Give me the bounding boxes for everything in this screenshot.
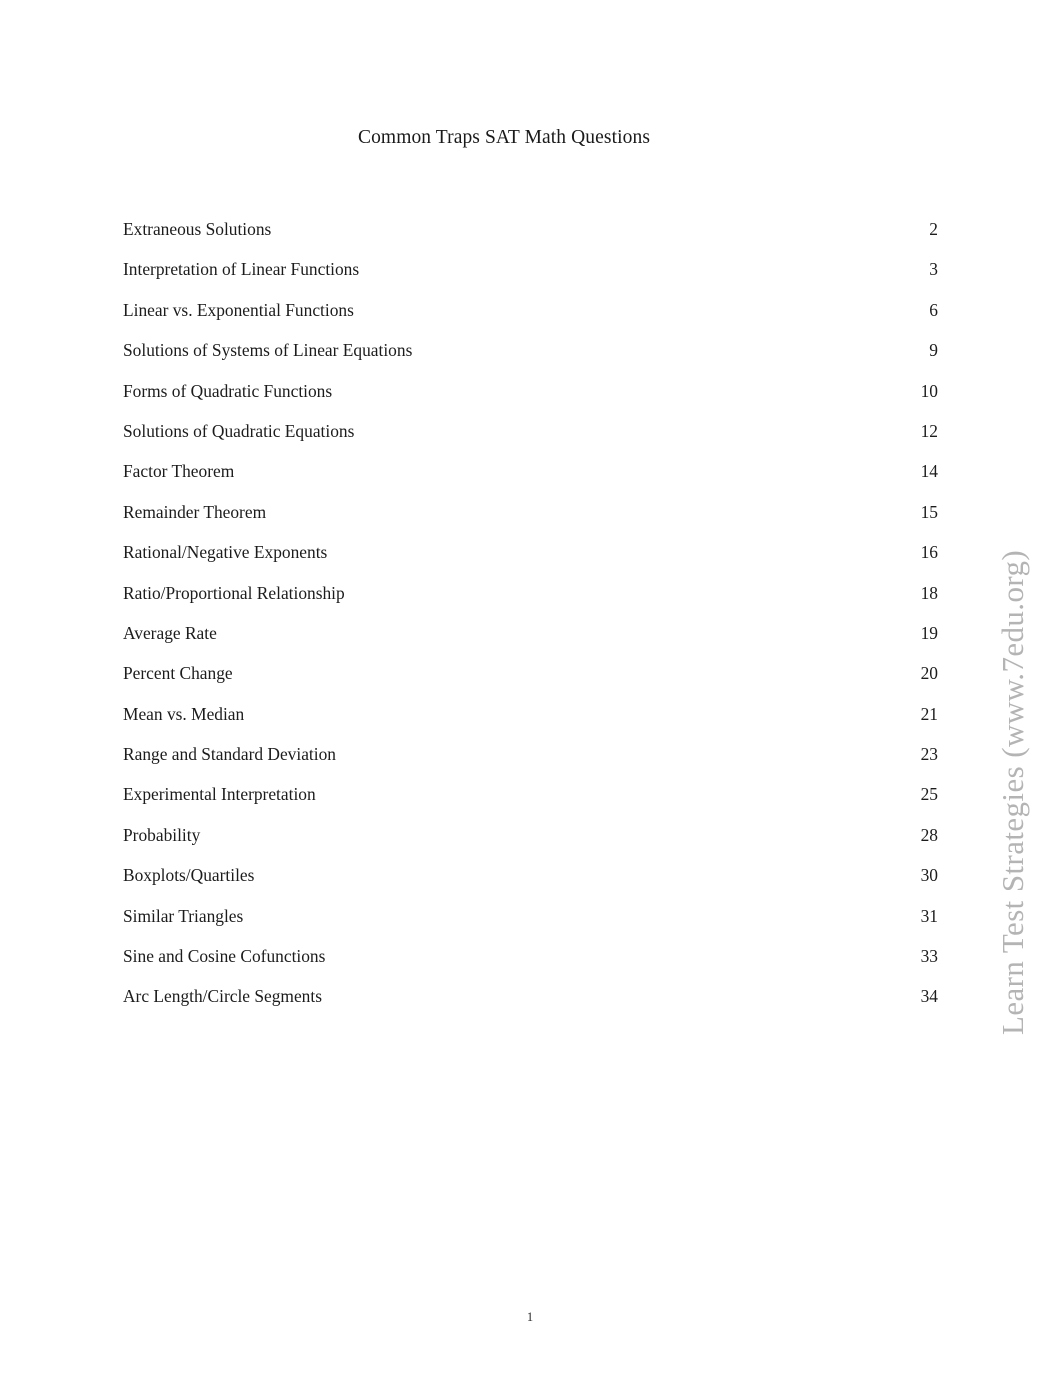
- footer: 1: [0, 1310, 1062, 1325]
- toc-entry[interactable]: Factor Theorem 14: [123, 458, 938, 498]
- page-title: Common Traps SAT Math Questions: [357, 127, 651, 148]
- table-of-contents: Extraneous Solutions 2 Interpretation of L…: [123, 216, 938, 1024]
- toc-entry[interactable]: Solutions of Systems of Linear Equations…: [123, 337, 938, 377]
- toc-entry-label: Forms of Quadratic Functions: [123, 380, 333, 401]
- toc-entry-label: Ratio/Proportional Relationship: [123, 582, 345, 603]
- toc-entry-label: Range and Standard Deviation: [123, 744, 336, 765]
- toc-entry-label: Solutions of Quadratic Equations: [123, 420, 355, 441]
- toc-entry-page-number: 30: [920, 865, 938, 886]
- toc-entry-page-number: 31: [920, 905, 938, 926]
- toc-entry-page-number: 14: [920, 461, 938, 482]
- toc-entry-label: Probability: [123, 824, 201, 845]
- toc-entry-page-number: 34: [920, 986, 938, 1007]
- toc-entry[interactable]: Remainder Theorem 15: [123, 499, 938, 539]
- toc-entry[interactable]: Ratio/Proportional Relationship 18: [123, 580, 938, 620]
- toc-entry-label: Average Rate: [123, 622, 217, 643]
- toc-entry[interactable]: Similar Triangles 31: [123, 903, 938, 943]
- toc-entry-label: Solutions of Systems of Linear Equations: [123, 340, 413, 361]
- document-page: Common Traps SAT Math Questions Extraneo…: [0, 0, 1062, 1377]
- toc-entry-label: Remainder Theorem: [123, 501, 267, 522]
- toc-entry-page-number: 6: [929, 299, 938, 320]
- toc-entry[interactable]: Extraneous Solutions 2: [123, 216, 938, 256]
- toc-entry-label: Boxplots/Quartiles: [123, 865, 255, 886]
- toc-entry-page-number: 23: [920, 744, 938, 765]
- toc-entry[interactable]: Probability 28: [123, 822, 938, 862]
- toc-entry-label: Similar Triangles: [123, 905, 244, 926]
- toc-entry-label: Factor Theorem: [123, 461, 235, 482]
- watermark-text: Learn Test Strategies (www.7edu.org): [995, 549, 1030, 1035]
- toc-entry-page-number: 2: [929, 219, 938, 239]
- toc-entry[interactable]: Rational/Negative Exponents 16: [123, 539, 938, 579]
- toc-entry-page-number: 9: [929, 340, 938, 361]
- toc-entry[interactable]: Forms of Quadratic Functions 10: [123, 378, 938, 418]
- toc-entry[interactable]: Boxplots/Quartiles 30: [123, 862, 938, 902]
- toc-entry[interactable]: Linear vs. Exponential Functions 6: [123, 297, 938, 337]
- footer-page-number: 1: [526, 1310, 534, 1324]
- toc-entry-page-number: 16: [920, 542, 938, 563]
- toc-entry-page-number: 25: [920, 784, 938, 805]
- toc-entry[interactable]: Experimental Interpretation 25: [123, 781, 938, 821]
- toc-entry[interactable]: Arc Length/Circle Segments 34: [123, 983, 938, 1023]
- toc-entry-label: Sine and Cosine Cofunctions: [123, 946, 326, 967]
- toc-entry-page-number: 20: [920, 663, 938, 684]
- toc-entry-page-number: 10: [920, 380, 938, 401]
- toc-entry[interactable]: Range and Standard Deviation 23: [123, 741, 938, 781]
- toc-entry-label: Percent Change: [123, 663, 233, 684]
- toc-entry-page-number: 19: [920, 622, 938, 643]
- toc-entry[interactable]: Solutions of Quadratic Equations 12: [123, 418, 938, 458]
- toc-entry-label: Rational/Negative Exponents: [123, 542, 328, 563]
- toc-entry[interactable]: Average Rate 19: [123, 620, 938, 660]
- toc-entry-page-number: 18: [920, 582, 938, 603]
- toc-entry-page-number: 12: [920, 420, 938, 441]
- toc-entry[interactable]: Mean vs. Median 21: [123, 701, 938, 741]
- toc-entry[interactable]: Percent Change 20: [123, 660, 938, 700]
- toc-entry[interactable]: Interpretation of Linear Functions 3: [123, 256, 938, 296]
- toc-entry-label: Linear vs. Exponential Functions: [123, 299, 354, 320]
- toc-entry-label: Mean vs. Median: [123, 703, 245, 724]
- toc-entry-page-number: 21: [920, 703, 938, 724]
- toc-entry-label: Arc Length/Circle Segments: [123, 986, 322, 1007]
- toc-entry-label: Interpretation of Linear Functions: [123, 259, 360, 280]
- toc-entry-page-number: 15: [920, 501, 938, 522]
- toc-entry-page-number: 3: [929, 259, 938, 280]
- toc-entry-label: Experimental Interpretation: [123, 784, 316, 805]
- toc-entry-page-number: 33: [920, 946, 938, 967]
- toc-entry[interactable]: Sine and Cosine Cofunctions 33: [123, 943, 938, 983]
- toc-entry-page-number: 28: [920, 824, 938, 845]
- toc-entry-label: Extraneous Solutions: [123, 219, 272, 239]
